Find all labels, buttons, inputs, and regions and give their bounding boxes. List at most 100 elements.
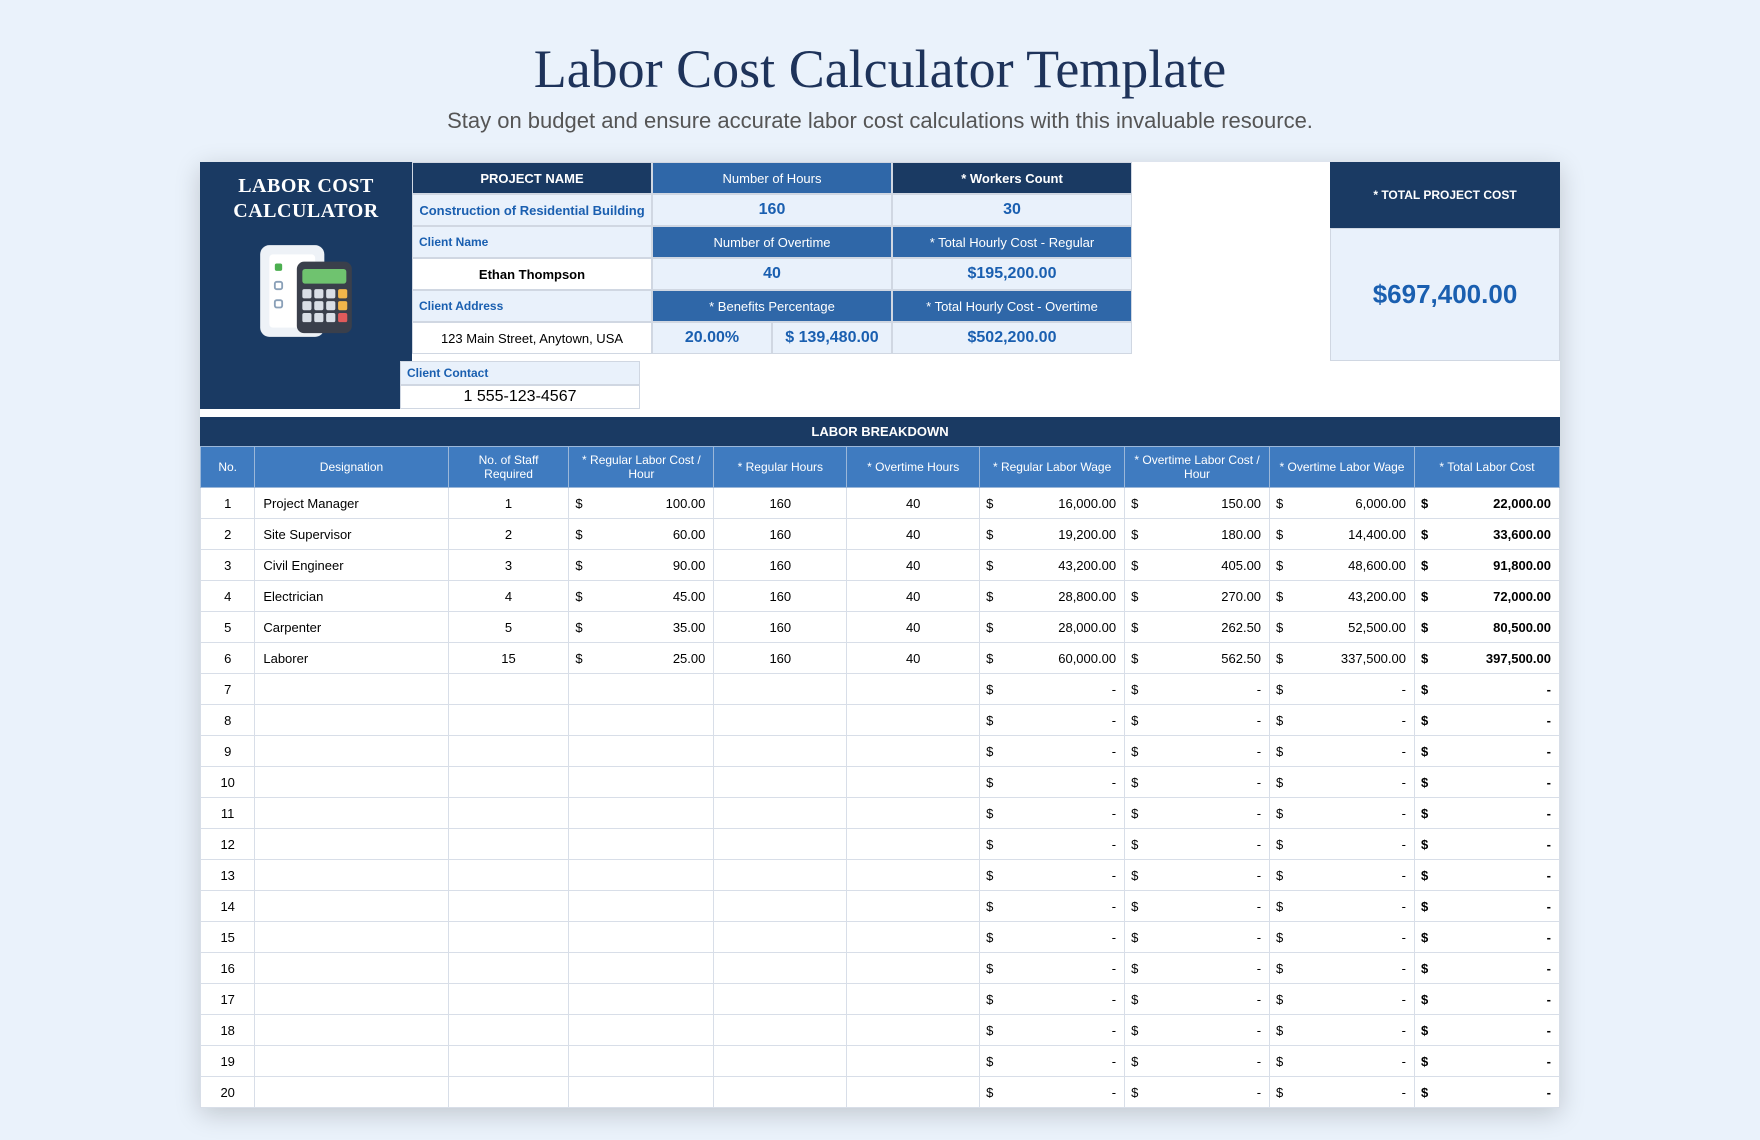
money-cell[interactable]: $- — [1125, 798, 1270, 829]
money-cell[interactable]: $90.00 — [569, 550, 714, 581]
cell[interactable]: Carpenter — [255, 612, 448, 643]
cell[interactable]: 4 — [201, 581, 255, 612]
cell[interactable] — [255, 860, 448, 891]
cell[interactable] — [847, 736, 980, 767]
cell[interactable]: 1 — [201, 488, 255, 519]
cell[interactable]: 40 — [847, 581, 980, 612]
cell[interactable] — [714, 953, 847, 984]
money-cell[interactable] — [569, 891, 714, 922]
money-cell[interactable]: $72,000.00 — [1414, 581, 1559, 612]
money-cell[interactable]: $- — [980, 1077, 1125, 1108]
cell[interactable]: 17 — [201, 984, 255, 1015]
money-cell[interactable]: $- — [1414, 984, 1559, 1015]
cell[interactable] — [847, 1015, 980, 1046]
money-cell[interactable]: $- — [1414, 798, 1559, 829]
money-cell[interactable] — [569, 953, 714, 984]
money-cell[interactable]: $- — [1125, 891, 1270, 922]
cell[interactable] — [448, 829, 569, 860]
money-cell[interactable]: $- — [980, 860, 1125, 891]
cell[interactable]: 3 — [201, 550, 255, 581]
cell[interactable] — [847, 891, 980, 922]
money-cell[interactable] — [569, 829, 714, 860]
money-cell[interactable]: $- — [980, 736, 1125, 767]
cell[interactable]: 1 — [448, 488, 569, 519]
money-cell[interactable]: $- — [1270, 984, 1415, 1015]
money-cell[interactable]: $- — [980, 767, 1125, 798]
cell[interactable]: 16 — [201, 953, 255, 984]
money-cell[interactable]: $- — [1125, 1015, 1270, 1046]
money-cell[interactable]: $- — [980, 1015, 1125, 1046]
cell[interactable]: Civil Engineer — [255, 550, 448, 581]
money-cell[interactable]: $- — [1270, 736, 1415, 767]
money-cell[interactable]: $6,000.00 — [1270, 488, 1415, 519]
money-cell[interactable]: $35.00 — [569, 612, 714, 643]
client-contact[interactable]: 1 555-123-4567 — [400, 385, 640, 409]
cell[interactable] — [847, 674, 980, 705]
cell[interactable]: 8 — [201, 705, 255, 736]
cell[interactable] — [847, 829, 980, 860]
money-cell[interactable]: $- — [1125, 860, 1270, 891]
money-cell[interactable] — [569, 736, 714, 767]
cell[interactable]: 160 — [714, 550, 847, 581]
money-cell[interactable]: $405.00 — [1125, 550, 1270, 581]
cell[interactable]: 40 — [847, 643, 980, 674]
cell[interactable] — [847, 984, 980, 1015]
money-cell[interactable]: $- — [1270, 860, 1415, 891]
cell[interactable] — [847, 922, 980, 953]
cell[interactable]: 19 — [201, 1046, 255, 1077]
cell[interactable] — [714, 891, 847, 922]
money-cell[interactable]: $- — [980, 829, 1125, 860]
cell[interactable] — [448, 891, 569, 922]
money-cell[interactable]: $- — [1270, 953, 1415, 984]
cell[interactable]: 40 — [847, 488, 980, 519]
money-cell[interactable]: $- — [1414, 829, 1559, 860]
cell[interactable] — [714, 705, 847, 736]
money-cell[interactable]: $- — [1125, 829, 1270, 860]
cell[interactable] — [448, 705, 569, 736]
cell[interactable] — [255, 829, 448, 860]
cell[interactable]: 160 — [714, 519, 847, 550]
money-cell[interactable]: $52,500.00 — [1270, 612, 1415, 643]
money-cell[interactable]: $- — [1414, 1046, 1559, 1077]
cell[interactable] — [714, 798, 847, 829]
cell[interactable] — [714, 1015, 847, 1046]
cell[interactable] — [448, 1046, 569, 1077]
benefits-pct[interactable]: 20.00% — [652, 322, 772, 354]
money-cell[interactable]: $28,800.00 — [980, 581, 1125, 612]
cell[interactable]: 160 — [714, 643, 847, 674]
cell[interactable] — [255, 674, 448, 705]
money-cell[interactable]: $- — [1270, 767, 1415, 798]
cell[interactable]: 5 — [448, 612, 569, 643]
money-cell[interactable]: $397,500.00 — [1414, 643, 1559, 674]
money-cell[interactable]: $- — [1125, 1077, 1270, 1108]
cell[interactable]: 11 — [201, 798, 255, 829]
cell[interactable]: 160 — [714, 612, 847, 643]
money-cell[interactable]: $100.00 — [569, 488, 714, 519]
money-cell[interactable]: $- — [1414, 891, 1559, 922]
money-cell[interactable]: $- — [1125, 767, 1270, 798]
cell[interactable]: 6 — [201, 643, 255, 674]
cell[interactable]: 18 — [201, 1015, 255, 1046]
cell[interactable] — [714, 736, 847, 767]
cell[interactable]: 2 — [201, 519, 255, 550]
money-cell[interactable]: $22,000.00 — [1414, 488, 1559, 519]
money-cell[interactable]: $19,200.00 — [980, 519, 1125, 550]
cell[interactable] — [448, 767, 569, 798]
money-cell[interactable]: $28,000.00 — [980, 612, 1125, 643]
cell[interactable] — [448, 1077, 569, 1108]
project-name[interactable]: Construction of Residential Building — [412, 194, 652, 226]
cell[interactable] — [448, 1015, 569, 1046]
client-name[interactable]: Ethan Thompson — [412, 258, 652, 290]
money-cell[interactable]: $33,600.00 — [1414, 519, 1559, 550]
money-cell[interactable]: $14,400.00 — [1270, 519, 1415, 550]
cell[interactable] — [255, 953, 448, 984]
money-cell[interactable]: $- — [1414, 860, 1559, 891]
money-cell[interactable]: $48,600.00 — [1270, 550, 1415, 581]
cell[interactable]: 10 — [201, 767, 255, 798]
money-cell[interactable]: $- — [1125, 736, 1270, 767]
money-cell[interactable]: $270.00 — [1125, 581, 1270, 612]
cell[interactable]: 40 — [847, 519, 980, 550]
cell[interactable]: 4 — [448, 581, 569, 612]
cell[interactable]: 14 — [201, 891, 255, 922]
money-cell[interactable]: $- — [1125, 984, 1270, 1015]
